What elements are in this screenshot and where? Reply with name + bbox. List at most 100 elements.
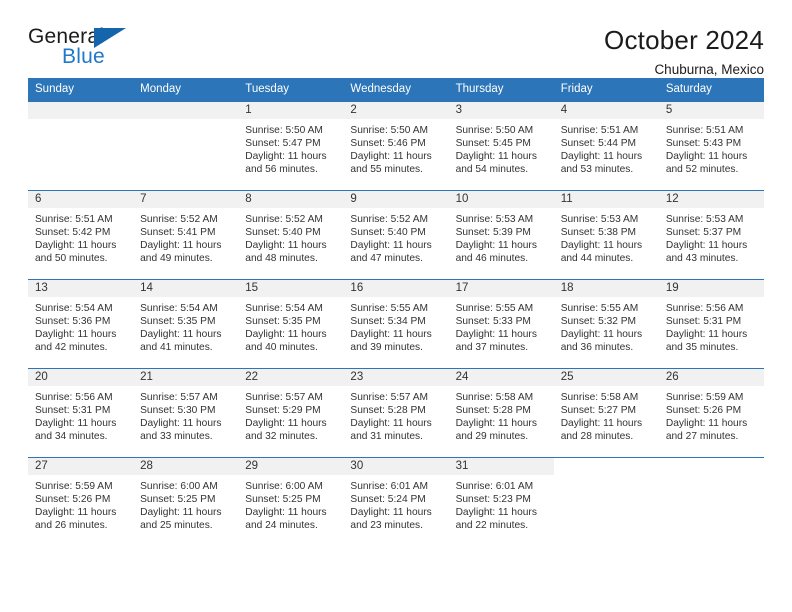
day-cell-inner: 30 Sunrise: 6:01 AM Sunset: 5:24 PM Dayligh… xyxy=(343,457,449,546)
calendar-page: General Blue October 2024 Chuburna, Mexi… xyxy=(0,0,792,612)
daylight-text-line2: and 36 minutes. xyxy=(560,342,634,354)
sunset-text: Sunset: 5:46 PM xyxy=(350,137,426,149)
daylight-text-line1: Daylight: 11 hours xyxy=(245,507,327,519)
daylight-text-line1: Daylight: 11 hours xyxy=(665,151,748,163)
calendar-day-cell[interactable]: 28 Sunrise: 6:00 AM Sunset: 5:25 PM Dayligh… xyxy=(133,456,239,546)
sunrise-text: Sunrise: 5:54 AM xyxy=(245,302,323,314)
day-details: Sunrise: 5:56 AM Sunset: 5:31 PM Daylight:… xyxy=(28,386,133,444)
sunrise-text: Sunrise: 5:56 AM xyxy=(35,391,113,403)
sunrise-text: Sunrise: 5:50 AM xyxy=(350,124,429,136)
general-blue-logo[interactable]: General Blue xyxy=(28,26,138,74)
day-cell-inner: 5 Sunrise: 5:51 AM Sunset: 5:43 PM Daylight… xyxy=(658,101,764,190)
sunrise-text: Sunrise: 5:52 AM xyxy=(140,213,218,225)
sunset-text: Sunset: 5:26 PM xyxy=(35,493,111,505)
daylight-text-line2: and 25 minutes. xyxy=(140,520,213,532)
calendar-day-cell[interactable]: 6 Sunrise: 5:51 AM Sunset: 5:42 PM Daylight… xyxy=(28,189,134,280)
calendar-day-cell[interactable]: 30 Sunrise: 6:01 AM Sunset: 5:24 PM Dayligh… xyxy=(343,456,449,546)
sunset-text: Sunset: 5:29 PM xyxy=(245,404,321,416)
daylight-text-line2: and 22 minutes. xyxy=(455,520,529,532)
calendar-day-cell[interactable]: 15 Sunrise: 5:54 AM Sunset: 5:35 PM Dayligh… xyxy=(238,278,344,369)
daylight-text-line2: and 47 minutes. xyxy=(350,253,423,265)
daylight-text-line2: and 26 minutes. xyxy=(35,520,108,532)
calendar-day-cell[interactable]: 24 Sunrise: 5:58 AM Sunset: 5:28 PM Dayligh… xyxy=(448,367,554,458)
title-block: October 2024 Chuburna, Mexico xyxy=(604,25,764,78)
calendar-day-cell[interactable]: 7 Sunrise: 5:52 AM Sunset: 5:41 PM Daylight… xyxy=(133,189,239,280)
sunrise-text: Sunrise: 5:56 AM xyxy=(665,302,744,314)
calendar-day-cell[interactable]: 9 Sunrise: 5:52 AM Sunset: 5:40 PM Daylight… xyxy=(343,189,449,280)
sunset-text: Sunset: 5:40 PM xyxy=(245,226,321,238)
calendar-day-cell[interactable]: 21 Sunrise: 5:57 AM Sunset: 5:30 PM Dayligh… xyxy=(133,367,239,458)
day-cell-inner: 23 Sunrise: 5:57 AM Sunset: 5:28 PM Dayligh… xyxy=(343,368,449,457)
day-details: Sunrise: 5:50 AM Sunset: 5:46 PM Daylight:… xyxy=(343,119,448,177)
calendar-day-cell[interactable]: 25 Sunrise: 5:58 AM Sunset: 5:27 PM Dayligh… xyxy=(553,367,659,458)
logo-text-general: General xyxy=(28,25,105,48)
day-details: Sunrise: 5:59 AM Sunset: 5:26 PM Daylight:… xyxy=(659,386,764,444)
day-cell-inner: 12 Sunrise: 5:53 AM Sunset: 5:37 PM Dayligh… xyxy=(658,190,764,279)
calendar-day-cell[interactable]: 4 Sunrise: 5:51 AM Sunset: 5:44 PM Daylight… xyxy=(553,101,659,191)
day-details: Sunrise: 6:01 AM Sunset: 5:24 PM Daylight:… xyxy=(343,475,448,533)
daylight-text-line1: Daylight: 11 hours xyxy=(245,329,327,341)
calendar-day-cell[interactable]: 10 Sunrise: 5:53 AM Sunset: 5:39 PM Dayligh… xyxy=(448,189,554,280)
calendar-day-cell[interactable]: 27 Sunrise: 5:59 AM Sunset: 5:26 PM Dayligh… xyxy=(28,456,134,546)
day-number: 25 xyxy=(553,368,659,386)
day-details: Sunrise: 5:51 AM Sunset: 5:44 PM Daylight:… xyxy=(554,119,659,177)
calendar-day-cell[interactable]: 17 Sunrise: 5:55 AM Sunset: 5:33 PM Dayligh… xyxy=(448,278,554,369)
sunrise-text: Sunrise: 5:50 AM xyxy=(455,124,534,136)
daylight-text-line2: and 54 minutes. xyxy=(455,164,529,176)
sunset-text: Sunset: 5:31 PM xyxy=(35,404,111,416)
sunrise-text: Sunrise: 5:58 AM xyxy=(560,391,639,403)
sunset-text: Sunset: 5:44 PM xyxy=(560,137,637,149)
daylight-text-line2: and 46 minutes. xyxy=(455,253,529,265)
daylight-text-line1: Daylight: 11 hours xyxy=(560,240,643,252)
calendar-day-cell[interactable]: 14 Sunrise: 5:54 AM Sunset: 5:35 PM Dayligh… xyxy=(133,278,239,369)
calendar-day-cell[interactable]: 12 Sunrise: 5:53 AM Sunset: 5:37 PM Dayligh… xyxy=(658,189,764,280)
calendar-day-cell[interactable]: 5 Sunrise: 5:51 AM Sunset: 5:43 PM Daylight… xyxy=(658,101,764,191)
day-details: Sunrise: 5:52 AM Sunset: 5:40 PM Daylight:… xyxy=(343,208,448,266)
daylight-text-line1: Daylight: 11 hours xyxy=(350,507,432,519)
calendar-day-cell[interactable]: 29 Sunrise: 6:00 AM Sunset: 5:25 PM Dayligh… xyxy=(238,456,344,546)
daylight-text-line2: and 24 minutes. xyxy=(245,520,318,532)
daylight-text-line1: Daylight: 11 hours xyxy=(140,418,222,430)
daylight-text-line2: and 23 minutes. xyxy=(350,520,423,532)
sunrise-text: Sunrise: 5:57 AM xyxy=(245,391,323,403)
calendar-header-row: Sunday Monday Tuesday Wednesday Thursday… xyxy=(28,78,764,102)
calendar-day-cell xyxy=(553,456,659,546)
day-cell-inner: 22 Sunrise: 5:57 AM Sunset: 5:29 PM Dayligh… xyxy=(238,368,344,457)
calendar-day-cell[interactable]: 20 Sunrise: 5:56 AM Sunset: 5:31 PM Dayligh… xyxy=(28,367,134,458)
daylight-text-line1: Daylight: 11 hours xyxy=(665,240,748,252)
day-cell-inner: 11 Sunrise: 5:53 AM Sunset: 5:38 PM Dayligh… xyxy=(553,190,659,279)
day-details: Sunrise: 5:52 AM Sunset: 5:40 PM Daylight:… xyxy=(238,208,343,266)
sunrise-text: Sunrise: 5:57 AM xyxy=(350,391,429,403)
daylight-text-line2: and 49 minutes. xyxy=(140,253,213,265)
day-cell-inner: 31 Sunrise: 6:01 AM Sunset: 5:23 PM Dayligh… xyxy=(448,457,554,546)
calendar-day-cell[interactable]: 16 Sunrise: 5:55 AM Sunset: 5:34 PM Dayligh… xyxy=(343,278,449,369)
calendar-day-cell[interactable]: 22 Sunrise: 5:57 AM Sunset: 5:29 PM Dayligh… xyxy=(238,367,344,458)
calendar-day-cell[interactable]: 26 Sunrise: 5:59 AM Sunset: 5:26 PM Dayligh… xyxy=(658,367,764,458)
sunrise-text: Sunrise: 5:52 AM xyxy=(245,213,323,225)
calendar-day-cell[interactable]: 13 Sunrise: 5:54 AM Sunset: 5:36 PM Dayligh… xyxy=(28,278,134,369)
day-number xyxy=(658,457,764,475)
sunset-text: Sunset: 5:25 PM xyxy=(140,493,216,505)
sunset-text: Sunset: 5:43 PM xyxy=(665,137,742,149)
day-details: Sunrise: 5:51 AM Sunset: 5:43 PM Daylight:… xyxy=(659,119,764,177)
calendar-day-cell[interactable]: 11 Sunrise: 5:53 AM Sunset: 5:38 PM Dayligh… xyxy=(553,189,659,280)
day-cell-inner: 20 Sunrise: 5:56 AM Sunset: 5:31 PM Dayligh… xyxy=(28,368,134,457)
daylight-text-line2: and 35 minutes. xyxy=(665,342,739,354)
day-number: 28 xyxy=(133,457,239,475)
calendar-day-cell[interactable]: 2 Sunrise: 5:50 AM Sunset: 5:46 PM Daylight… xyxy=(343,101,449,191)
calendar-day-cell[interactable]: 3 Sunrise: 5:50 AM Sunset: 5:45 PM Daylight… xyxy=(448,101,554,191)
daylight-text-line2: and 27 minutes. xyxy=(665,431,739,443)
weekday-header-wednesday: Wednesday xyxy=(343,78,449,102)
calendar-day-cell[interactable]: 19 Sunrise: 5:56 AM Sunset: 5:31 PM Dayligh… xyxy=(658,278,764,369)
daylight-text-line1: Daylight: 11 hours xyxy=(560,329,643,341)
sunrise-text: Sunrise: 5:53 AM xyxy=(665,213,744,225)
calendar-day-cell[interactable]: 31 Sunrise: 6:01 AM Sunset: 5:23 PM Dayligh… xyxy=(448,456,554,546)
daylight-text-line2: and 28 minutes. xyxy=(560,431,634,443)
calendar-day-cell[interactable]: 1 Sunrise: 5:50 AM Sunset: 5:47 PM Daylight… xyxy=(238,101,344,191)
calendar-day-cell[interactable]: 18 Sunrise: 5:55 AM Sunset: 5:32 PM Dayligh… xyxy=(553,278,659,369)
calendar-day-cell[interactable]: 23 Sunrise: 5:57 AM Sunset: 5:28 PM Dayligh… xyxy=(343,367,449,458)
day-cell-inner: 24 Sunrise: 5:58 AM Sunset: 5:28 PM Dayligh… xyxy=(448,368,554,457)
calendar-day-cell[interactable]: 8 Sunrise: 5:52 AM Sunset: 5:40 PM Daylight… xyxy=(238,189,344,280)
sunrise-text: Sunrise: 6:01 AM xyxy=(455,480,534,492)
day-number: 15 xyxy=(238,279,344,297)
